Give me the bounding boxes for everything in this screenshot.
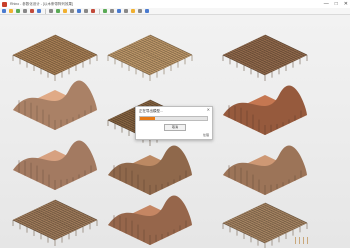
minimize-button[interactable]: — [324,1,329,7]
dialog-title: 正在导出模型... [139,109,163,113]
wave-surface-model[interactable] [223,85,307,135]
toolbar-tool-icon[interactable] [16,9,20,13]
toolbar-tool-icon[interactable] [77,9,81,13]
toolbar-tool-icon[interactable] [103,9,107,13]
progress-bar [139,116,208,121]
slat-grid-model[interactable] [107,34,193,81]
wave-surface-model[interactable] [13,80,97,130]
dialog-percent: 处理 [202,133,209,137]
wave-surface-model[interactable] [108,195,192,245]
toolbar-tool-icon[interactable] [145,9,149,13]
wave-surface-model[interactable] [13,140,97,190]
toolbar-tool-icon[interactable] [131,9,135,13]
toolbar-tool-icon[interactable] [91,9,95,13]
window-title: Rhino - 参数化设计 - [以木条带阵列效果] [10,1,73,6]
toolbar-tool-icon[interactable] [110,9,114,13]
export-progress-dialog: 正在导出模型... ✕ 取消 处理 [135,106,213,140]
slat-grid-model[interactable] [12,34,98,81]
window-controls: — □ ✕ [324,1,348,7]
toolbar-separator [99,8,100,14]
toolbar-tool-icon[interactable] [9,9,13,13]
toolbar-tool-icon[interactable] [49,9,53,13]
slat-grid-model[interactable] [12,199,98,246]
close-window-button[interactable]: ✕ [344,1,348,7]
slat-grid-model[interactable] [222,34,308,81]
title-bar: Rhino - 参数化设计 - [以木条带阵列效果] — □ ✕ [0,0,350,8]
toolbar-tool-icon[interactable] [70,9,74,13]
progress-fill [140,117,155,120]
toolbar-tool-icon[interactable] [138,9,142,13]
dialog-close-button[interactable]: ✕ [207,108,210,112]
toolbar-tool-icon[interactable] [84,9,88,13]
pin [303,237,304,244]
toolbar-tool-icon[interactable] [63,9,67,13]
wave-surface-model[interactable] [223,145,307,195]
toolbar-tool-icon[interactable] [124,9,128,13]
scale-pins [295,237,308,244]
toolbar-tool-icon[interactable] [23,9,27,13]
toolbar-tool-icon[interactable] [2,9,6,13]
toolbar [0,8,350,15]
pin [299,237,300,244]
maximize-button[interactable]: □ [335,1,338,7]
app-logo-icon [2,1,7,7]
pin [295,237,296,244]
toolbar-separator [45,8,46,14]
toolbar-tool-icon[interactable] [30,9,34,13]
pin [307,237,308,244]
toolbar-tool-icon[interactable] [56,9,60,13]
cancel-button[interactable]: 取消 [164,124,186,131]
toolbar-tool-icon[interactable] [37,9,41,13]
wave-surface-model[interactable] [108,145,192,195]
toolbar-tool-icon[interactable] [117,9,121,13]
